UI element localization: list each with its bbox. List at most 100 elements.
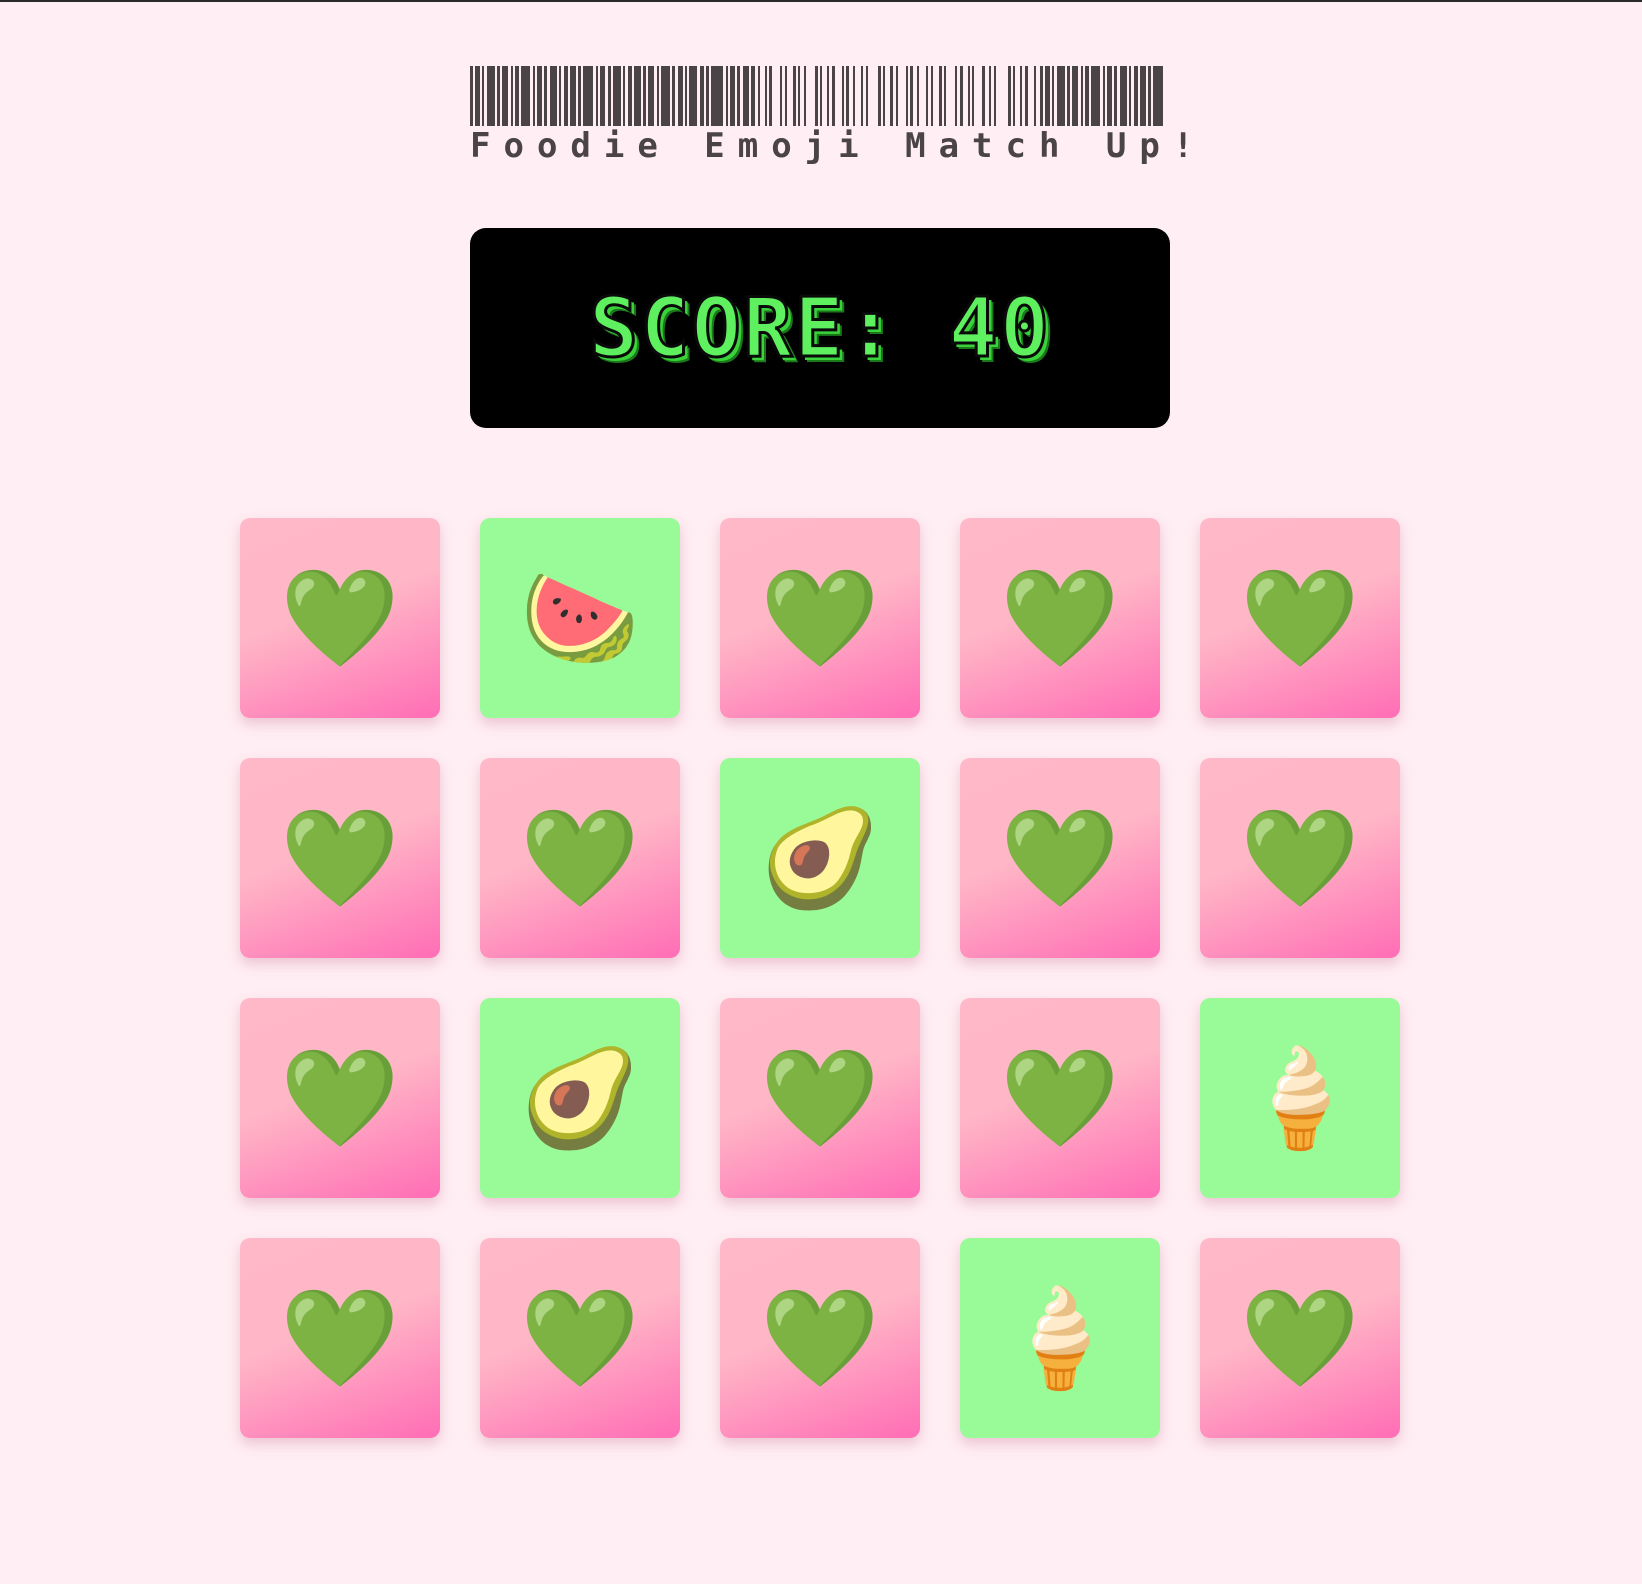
barcode-bar	[972, 66, 974, 126]
barcode-bar	[896, 66, 898, 126]
card-revealed[interactable]: 🥑	[480, 998, 680, 1198]
barcode-bar	[678, 66, 683, 126]
barcode-bar	[1045, 66, 1050, 126]
card-hidden[interactable]: 💚	[1200, 1238, 1400, 1438]
barcode-bar	[1134, 66, 1138, 126]
barcode-bar	[944, 66, 946, 126]
barcode-bar	[711, 66, 723, 126]
game-title: Foodie Emoji Match Up!	[470, 126, 1207, 166]
barcode-bar	[866, 66, 868, 126]
soft-ice-cream-icon: 🍦	[1000, 1282, 1120, 1394]
avocado-icon: 🥑	[520, 1042, 640, 1154]
barcode-bar	[1034, 66, 1036, 126]
barcode-bar	[804, 66, 806, 126]
green-heart-icon: 💚	[280, 1282, 400, 1394]
barcode-bar	[685, 66, 687, 126]
barcode-bar	[832, 66, 835, 126]
barcode-bar	[1008, 66, 1011, 126]
barcode-bar	[853, 66, 855, 126]
barcode-bar	[1085, 66, 1089, 126]
barcode-bar	[910, 66, 913, 126]
green-heart-icon: 💚	[760, 562, 880, 674]
barcode-bar	[623, 66, 625, 126]
barcode-bar	[1052, 66, 1054, 126]
barcode-logo	[470, 66, 1163, 126]
barcode-bar	[570, 66, 576, 126]
barcode-bar	[1013, 66, 1015, 126]
barcode-bar	[793, 66, 796, 126]
card-hidden[interactable]: 💚	[1200, 758, 1400, 958]
barcode-bar	[917, 66, 919, 126]
header: Foodie Emoji Match Up!	[470, 66, 1207, 166]
card-hidden[interactable]: 💚	[240, 518, 440, 718]
barcode-bar	[861, 66, 863, 126]
barcode-bar	[982, 66, 985, 126]
green-heart-icon: 💚	[1000, 802, 1120, 914]
barcode-bar	[846, 66, 849, 126]
barcode-bar	[769, 66, 772, 126]
watermelon-icon: 🍉	[520, 562, 640, 674]
green-heart-icon: 💚	[1000, 1042, 1120, 1154]
barcode-bar	[939, 66, 942, 126]
barcode-bar	[502, 66, 508, 126]
barcode-bar	[743, 66, 749, 126]
card-hidden[interactable]: 💚	[720, 998, 920, 1198]
card-hidden[interactable]: 💚	[960, 758, 1160, 958]
barcode-bar	[537, 66, 542, 126]
barcode-bar	[815, 66, 818, 126]
card-hidden[interactable]: 💚	[720, 518, 920, 718]
barcode-bar	[608, 66, 611, 126]
barcode-bar	[596, 66, 598, 126]
green-heart-icon: 💚	[280, 1042, 400, 1154]
card-hidden[interactable]: 💚	[720, 1238, 920, 1438]
barcode-bar	[926, 66, 928, 126]
barcode-bar	[878, 66, 881, 126]
barcode-bar	[798, 66, 800, 126]
barcode-bar	[661, 66, 670, 126]
barcode-bar	[672, 66, 675, 126]
card-revealed[interactable]: 🍦	[1200, 998, 1400, 1198]
card-hidden[interactable]: 💚	[240, 998, 440, 1198]
card-hidden[interactable]: 💚	[480, 1238, 680, 1438]
barcode-bar	[765, 66, 767, 126]
barcode-bar	[564, 66, 568, 126]
card-hidden[interactable]: 💚	[240, 1238, 440, 1438]
card-revealed[interactable]: 🍉	[480, 518, 680, 718]
score-display: SCORE: 40	[587, 279, 1052, 377]
barcode-bar	[737, 66, 740, 126]
barcode-bar	[1153, 66, 1163, 126]
barcode-bar	[634, 66, 641, 126]
green-heart-icon: 💚	[520, 802, 640, 914]
barcode-bar	[1040, 66, 1043, 126]
card-hidden[interactable]: 💚	[1200, 518, 1400, 718]
barcode-bar	[482, 66, 484, 126]
card-revealed[interactable]: 🥑	[720, 758, 920, 958]
barcode-bar	[820, 66, 822, 126]
barcode-bar	[1120, 66, 1127, 126]
barcode-bar	[1072, 66, 1078, 126]
game-board: 💚 🍉 💚 💚 💚 💚 💚 🥑 💚 💚 💚 🥑 💚 💚 🍦 💚 💚 💚 🍦 💚	[240, 518, 1400, 1438]
barcode-bar	[544, 66, 547, 126]
barcode-bar	[515, 66, 519, 126]
card-hidden[interactable]: 💚	[480, 758, 680, 958]
barcode-bar	[578, 66, 581, 126]
card-hidden[interactable]: 💚	[240, 758, 440, 958]
barcode-bar	[487, 66, 495, 126]
green-heart-icon: 💚	[280, 562, 400, 674]
card-hidden[interactable]: 💚	[960, 998, 1160, 1198]
barcode-bar	[842, 66, 844, 126]
barcode-bar	[726, 66, 728, 126]
barcode-bar	[1103, 66, 1105, 126]
barcode-bar	[600, 66, 605, 126]
barcode-bar	[521, 66, 530, 126]
barcode-bar	[730, 66, 735, 126]
green-heart-icon: 💚	[760, 1282, 880, 1394]
card-hidden[interactable]: 💚	[960, 518, 1160, 718]
barcode-bar	[960, 66, 963, 126]
barcode-bar	[1057, 66, 1065, 126]
barcode-bar	[1020, 66, 1022, 126]
barcode-bar	[475, 66, 480, 126]
barcode-bar	[470, 66, 473, 126]
barcode-bar	[1140, 66, 1146, 126]
card-revealed[interactable]: 🍦	[960, 1238, 1160, 1438]
